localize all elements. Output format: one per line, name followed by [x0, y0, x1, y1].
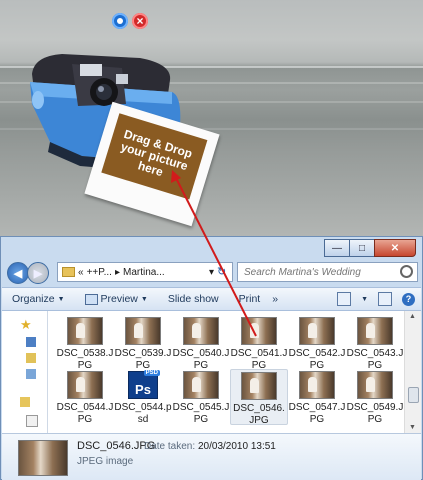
- file-thumbnail: [183, 317, 219, 345]
- back-button[interactable]: ◀: [7, 262, 29, 284]
- file-thumbnail: [67, 317, 103, 345]
- breadcrumb[interactable]: « ++P... ▸ Martina... ▾: [57, 262, 233, 282]
- caption-buttons: — □ ✕: [324, 239, 416, 257]
- help-icon[interactable]: ?: [402, 292, 415, 306]
- file-name: DSC_0543.JPG: [346, 348, 404, 371]
- psd-badge: PSD: [143, 370, 160, 376]
- recent-places-icon[interactable]: [26, 369, 36, 379]
- more-commands-button[interactable]: »: [270, 293, 280, 305]
- file-item[interactable]: PSD Ps DSC_0544.psd: [114, 370, 172, 426]
- file-name: DSC_0545.JPG: [172, 402, 230, 425]
- libraries-icon[interactable]: [20, 397, 30, 407]
- file-item[interactable]: DSC_0541.JPG: [230, 317, 288, 372]
- refresh-icon[interactable]: ↻: [217, 265, 226, 278]
- documents-icon[interactable]: [26, 415, 38, 427]
- file-thumbnail: [125, 317, 161, 345]
- photo-drop-text: Drag & Drop your picture here: [101, 113, 208, 200]
- file-item[interactable]: DSC_0549.JPG: [346, 371, 404, 426]
- details-date-value[interactable]: 20/03/2010 13:51: [198, 441, 276, 452]
- file-thumbnail: [299, 317, 335, 345]
- file-name: DSC_0542.JPG: [288, 348, 346, 371]
- file-thumbnail: [241, 372, 277, 400]
- file-item[interactable]: DSC_0544.JPG: [56, 371, 114, 426]
- preview-pane-icon[interactable]: [378, 292, 392, 306]
- preview-icon: [84, 293, 98, 305]
- close-button[interactable]: ✕: [374, 239, 416, 257]
- settings-icon[interactable]: [112, 13, 128, 29]
- file-item[interactable]: DSC_0543.JPG: [346, 317, 404, 372]
- details-date-label: Date taken:: [144, 441, 196, 452]
- downloads-icon[interactable]: [26, 353, 36, 363]
- file-thumbnail: [357, 317, 393, 345]
- file-item[interactable]: DSC_0545.JPG: [172, 371, 230, 426]
- details-pane: DSC_0546.JPG Date taken: 20/03/2010 13:5…: [2, 433, 421, 480]
- file-list: DSC_0538.JPG DSC_0539.JPG DSC_0540.JPG DSC_…: [48, 311, 404, 433]
- minimize-button[interactable]: —: [324, 239, 350, 257]
- scroll-down-icon[interactable]: ▼: [409, 424, 416, 431]
- details-file-type: JPEG image: [77, 456, 134, 467]
- file-thumbnail: [299, 371, 335, 399]
- search-icon[interactable]: [400, 265, 413, 278]
- search-input[interactable]: [238, 265, 396, 279]
- explorer-window: — □ ✕ ◀ ▶ « ++P... ▸ Martina... ▾ ↻ Orga…: [0, 236, 423, 480]
- view-controls: ▼ ?: [337, 292, 421, 306]
- preview-button[interactable]: Preview ▼: [75, 293, 158, 305]
- file-thumbnail: [183, 371, 219, 399]
- file-name: DSC_0544.JPG: [56, 402, 114, 425]
- scroll-up-icon[interactable]: ▲: [409, 313, 416, 320]
- organize-label: Organize: [12, 293, 55, 305]
- change-view-icon[interactable]: [337, 292, 352, 306]
- search-box: [237, 262, 418, 282]
- file-name: DSC_0540.JPG: [172, 348, 230, 371]
- file-thumbnail: [241, 317, 277, 345]
- file-item[interactable]: DSC_0547.JPG: [288, 371, 346, 426]
- psd-glyph: Ps: [135, 382, 151, 397]
- chevron-down-icon: ▼: [140, 295, 148, 303]
- chevron-down-icon[interactable]: ▼: [361, 296, 368, 303]
- file-thumbnail: [357, 371, 393, 399]
- chevron-down-icon: ▼: [57, 295, 65, 303]
- file-name: DSC_0549.JPG: [346, 402, 404, 425]
- organize-button[interactable]: Organize ▼: [2, 293, 75, 305]
- close-icon[interactable]: ×: [132, 13, 148, 29]
- slideshow-button[interactable]: Slide show: [158, 293, 229, 305]
- file-item[interactable]: DSC_0538.JPG: [56, 317, 114, 372]
- maximize-button[interactable]: □: [349, 239, 375, 257]
- breadcrumb-item-current[interactable]: Martina...: [123, 267, 165, 278]
- desktop-icon[interactable]: [26, 337, 36, 347]
- file-name: DSC_0538.JPG: [56, 348, 114, 371]
- breadcrumb-overflow[interactable]: «: [78, 267, 84, 278]
- file-item[interactable]: DSC_0540.JPG: [172, 317, 230, 372]
- breadcrumb-item-parent[interactable]: ++P...: [87, 267, 112, 278]
- file-item[interactable]: DSC_0546.JPG: [230, 369, 288, 426]
- print-button[interactable]: Print: [229, 293, 271, 305]
- scroll-thumb[interactable]: [408, 387, 419, 403]
- navigation-pane[interactable]: ★: [2, 311, 48, 433]
- file-name: DSC_0539.JPG: [114, 348, 172, 371]
- vertical-scrollbar[interactable]: ▲ ▼: [404, 311, 421, 433]
- file-item[interactable]: DSC_0542.JPG: [288, 317, 346, 372]
- file-name: DSC_0547.JPG: [288, 402, 346, 425]
- folder-icon: [62, 267, 75, 277]
- file-thumbnail: [67, 371, 103, 399]
- file-name: DSC_0544.psd: [114, 402, 172, 425]
- command-bar: Organize ▼ Preview ▼ Slide show Print » …: [2, 287, 421, 311]
- favorites-star-icon[interactable]: ★: [20, 317, 32, 332]
- widget-controls: ×: [112, 13, 148, 29]
- address-bar: ◀ ▶ « ++P... ▸ Martina... ▾ ↻: [5, 261, 420, 285]
- preview-label: Preview: [100, 293, 138, 305]
- file-name: DSC_0546.JPG: [233, 403, 285, 426]
- file-item[interactable]: DSC_0539.JPG: [114, 317, 172, 372]
- photoshop-file-icon: PSD Ps: [128, 370, 160, 399]
- breadcrumb-separator[interactable]: ▸: [115, 267, 120, 278]
- forward-button[interactable]: ▶: [27, 262, 49, 284]
- details-thumbnail: [18, 440, 68, 476]
